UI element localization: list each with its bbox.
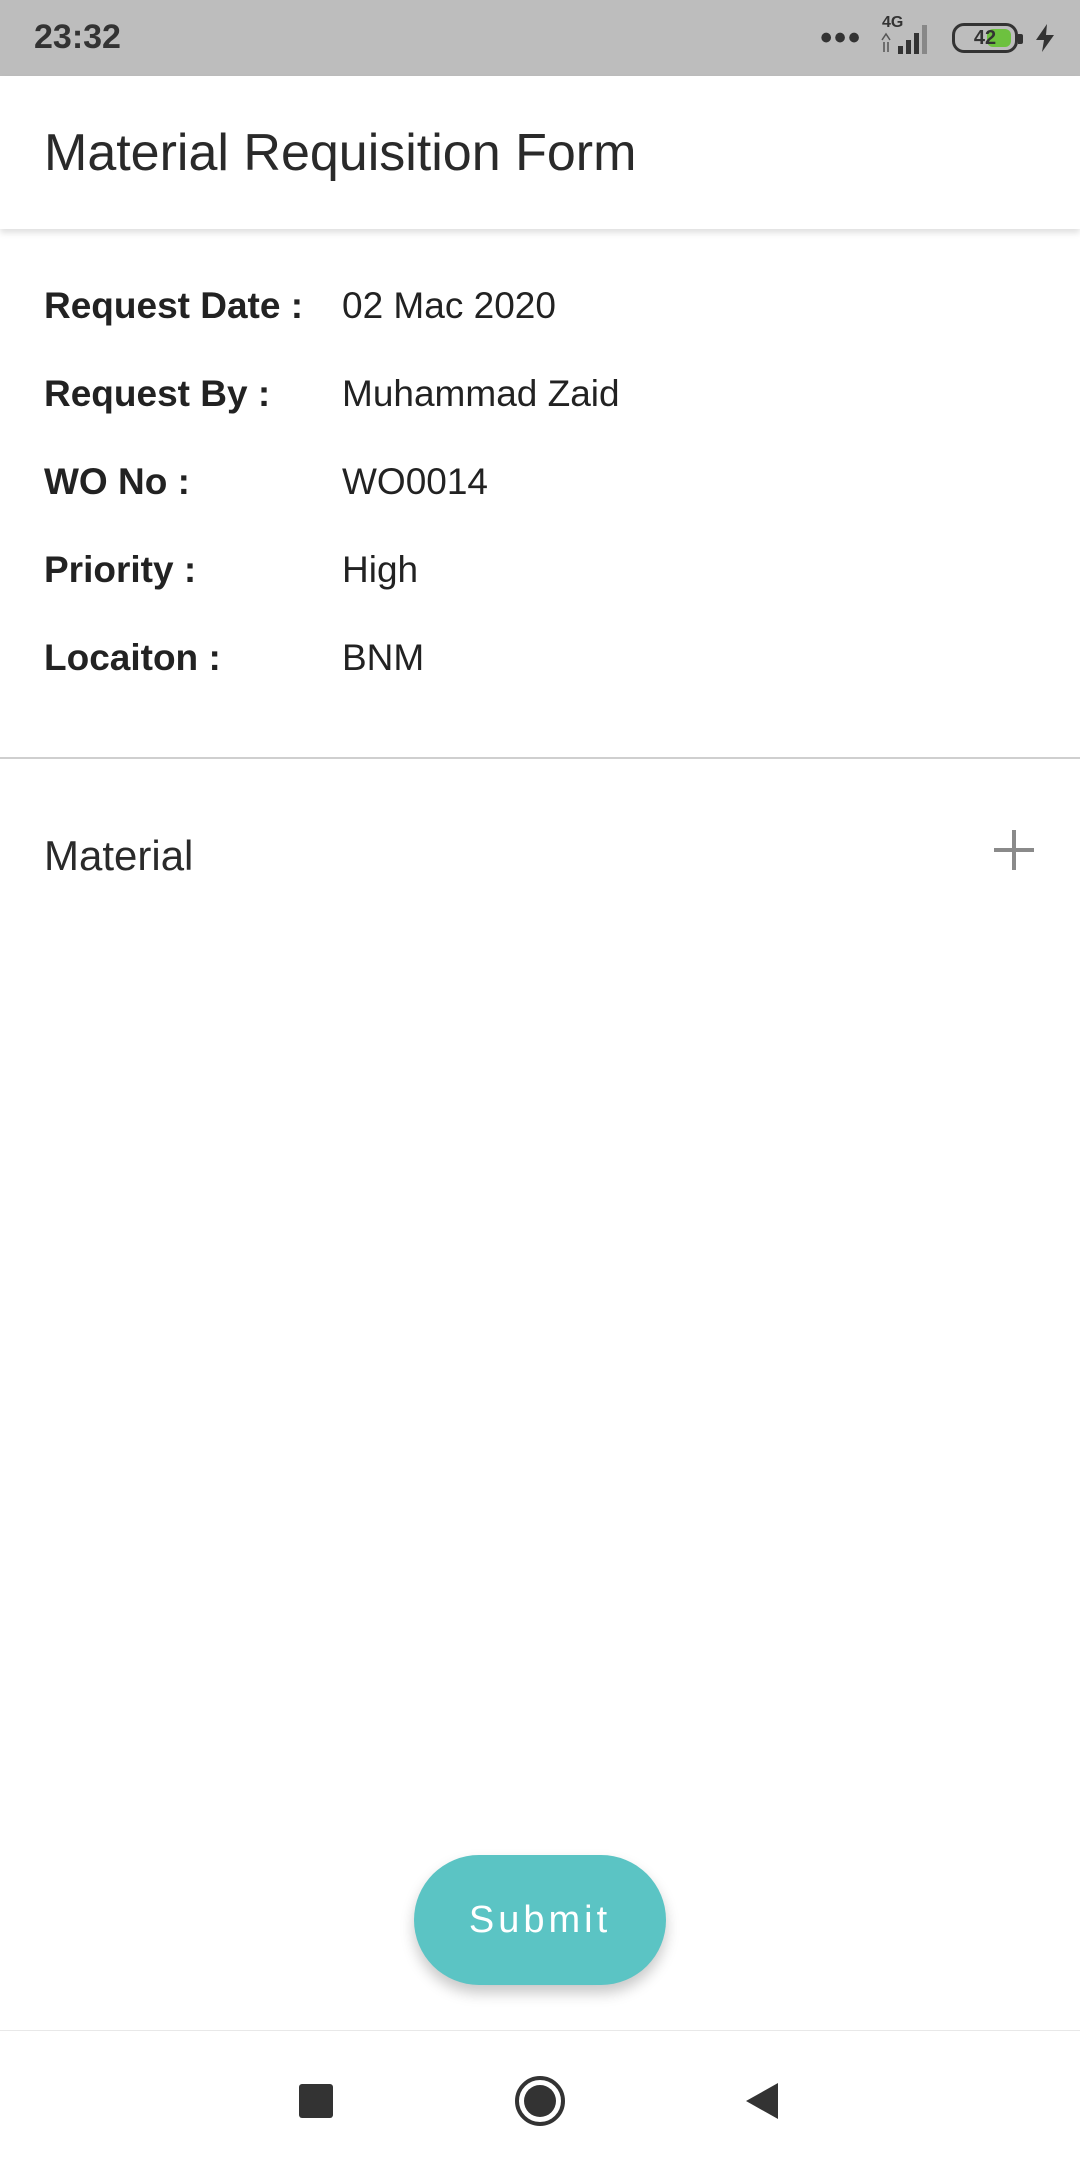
request-by-value: Muhammad Zaid [342, 373, 620, 414]
recents-square-icon[interactable] [286, 2071, 346, 2131]
charging-icon [1036, 24, 1054, 52]
request-date-label: Request Date : [44, 285, 304, 326]
detail-row-priority: Priority : High [44, 549, 1044, 609]
material-section-header: Material [44, 828, 1036, 888]
location-value: BNM [342, 637, 425, 678]
material-label: Material [44, 832, 194, 879]
location-label: Locaiton : [44, 637, 221, 678]
network-type: 4G [882, 14, 904, 31]
wo-no-label: WO No : [44, 461, 190, 502]
battery-icon: 42 [952, 23, 1023, 53]
status-bar: 23:32 ••• 4G 42 [0, 0, 1080, 76]
detail-row-location: Locaiton : BNM [44, 637, 1044, 697]
status-time: 23:32 [34, 18, 121, 56]
section-divider [0, 757, 1080, 759]
more-dots-icon: ••• [820, 19, 862, 57]
page-title: Material Requisition Form [44, 124, 637, 182]
status-icons: ••• 4G 42 [820, 14, 1056, 58]
priority-value: High [342, 549, 419, 590]
detail-row-request-date: Request Date : 02 Mac 2020 [44, 285, 1044, 345]
request-by-label: Request By : [44, 373, 271, 414]
request-date-value: 02 Mac 2020 [342, 285, 556, 326]
home-circle-icon[interactable] [510, 2071, 570, 2131]
priority-label: Priority : [44, 549, 197, 590]
back-triangle-icon[interactable] [732, 2071, 792, 2131]
battery-level: 42 [973, 26, 997, 49]
signal-icon: 4G [878, 14, 936, 56]
wo-no-value: WO0014 [342, 461, 489, 502]
submit-button[interactable]: Submit [414, 1855, 666, 1985]
plus-icon[interactable] [992, 828, 1036, 872]
app-header: Material Requisition Form [0, 76, 1080, 229]
detail-row-request-by: Request By : Muhammad Zaid [44, 373, 1044, 433]
navigation-bar [0, 2030, 1080, 2160]
detail-row-wo-no: WO No : WO0014 [44, 461, 1044, 521]
